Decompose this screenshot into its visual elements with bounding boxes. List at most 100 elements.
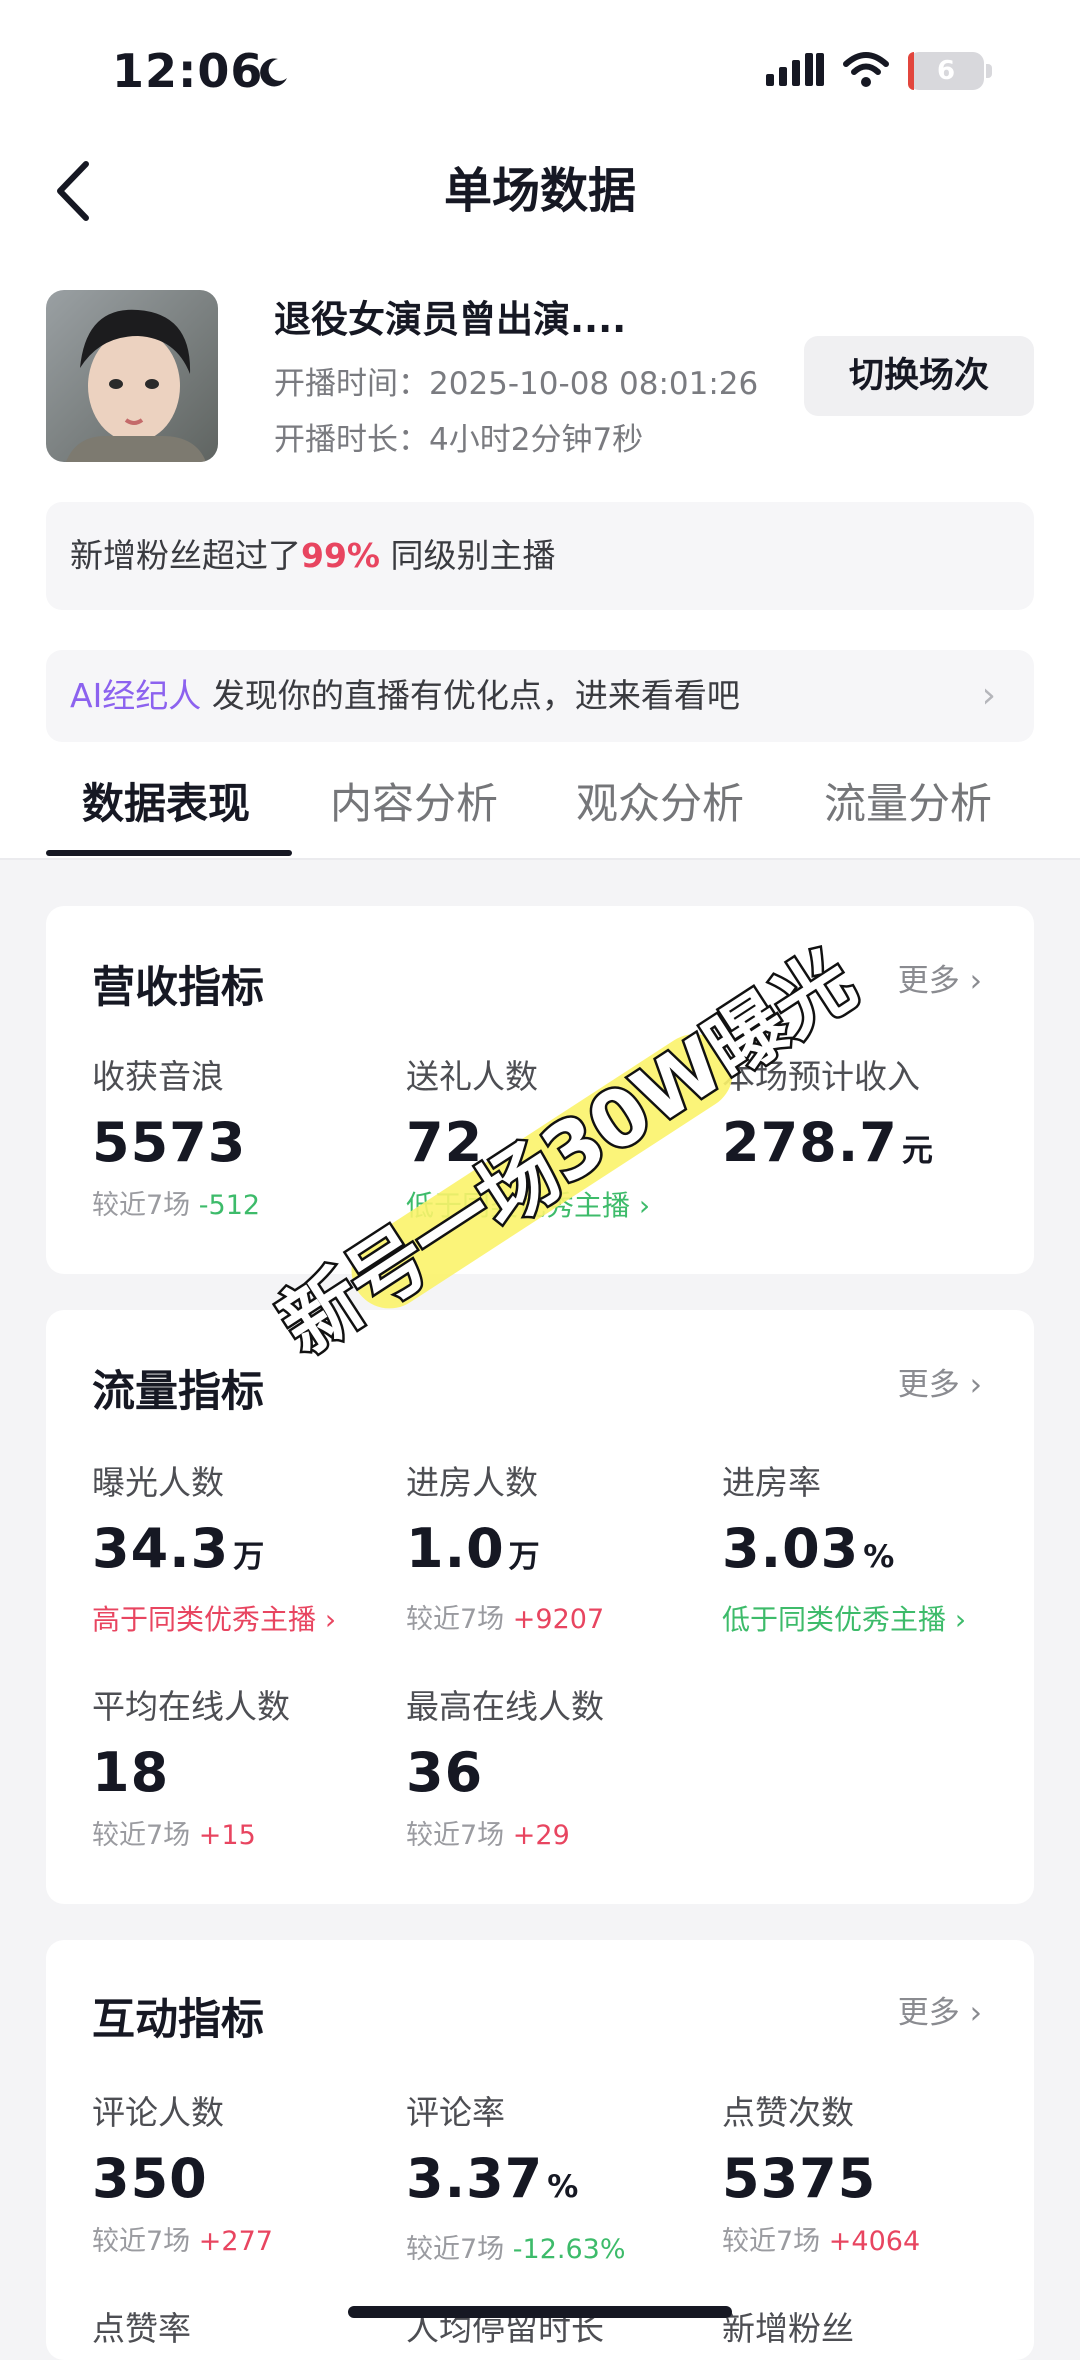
compare-delta: +9207 — [512, 1604, 605, 1635]
start-time-value: 2025-10-08 08:01:26 — [429, 366, 759, 402]
metric-value: 36 — [406, 1741, 484, 1804]
switch-session-button[interactable]: 切换场次 — [804, 336, 1034, 416]
duration-value: 4小时2分钟7秒 — [429, 422, 644, 458]
more-label: 更多 — [897, 963, 960, 999]
metric-like-rate: 点赞率 — [92, 2306, 392, 2352]
metric-hint-link[interactable]: 低于同类优秀主播 › — [406, 1186, 706, 1227]
metric-exposure: 曝光人数 34.3 万 高于同类优秀主播 › — [92, 1460, 392, 1641]
divider — [0, 858, 1080, 860]
metric-label: 进房率 — [722, 1463, 821, 1502]
compare-delta: +15 — [198, 1820, 256, 1851]
compare-prefix: 较近7场 — [406, 1820, 505, 1851]
compare-delta: +277 — [198, 2226, 273, 2257]
metric-compare: 较近7场 -512 — [92, 1186, 392, 1226]
compare-prefix: 较近7场 — [92, 1190, 191, 1221]
status-bar: 12:06 6 — [0, 0, 1080, 140]
hint-text: 高于同类优秀主播 — [92, 1603, 317, 1636]
compare-prefix: 较近7场 — [406, 2234, 505, 2265]
card-title: 流量指标 — [92, 1367, 264, 1417]
metric-value-row: 34.3 万 — [92, 1514, 392, 1592]
card-title: 互动指标 — [92, 1995, 264, 2045]
revenue-card: 营收指标 更多 › 收获音浪 5573 较近7场 -512 送礼人数 72 低于… — [46, 906, 1034, 1274]
wifi-icon — [843, 52, 889, 87]
metric-room-entries: 进房人数 1.0 万 较近7场 +9207 — [406, 1460, 706, 1640]
battery-tip — [986, 64, 992, 78]
duration-label: 开播时长： — [274, 422, 429, 458]
metric-compare: 较近7场 +15 — [92, 1816, 392, 1856]
metric-value: 278.7 — [722, 1111, 898, 1174]
hint-text: 低于同类优秀主播 — [722, 1603, 947, 1636]
battery-icon: 6 — [908, 52, 984, 90]
metric-hint-link[interactable]: 高于同类优秀主播 › — [92, 1600, 392, 1641]
metric-likes: 点赞次数 5375 较近7场 +4064 — [722, 2090, 1022, 2262]
metric-compare: 较近7场 +277 — [92, 2222, 392, 2262]
metric-label: 平均在线人数 — [92, 1687, 290, 1726]
card-title: 营收指标 — [92, 963, 264, 1013]
active-tab-indicator — [46, 850, 292, 856]
page-title: 单场数据 — [443, 163, 636, 219]
metric-label: 进房人数 — [406, 1463, 538, 1502]
metric-label: 点赞次数 — [722, 2093, 854, 2132]
metric-comment-rate: 评论率 3.37% 较近7场 -12.63% — [406, 2090, 706, 2270]
metric-avg-online: 平均在线人数 18 较近7场 +15 — [92, 1684, 392, 1856]
fans-banner: 新增粉丝超过了99% 同级别主播 — [46, 502, 1034, 610]
chevron-right-icon: › — [981, 675, 996, 716]
compare-prefix: 较近7场 — [406, 1604, 505, 1635]
metric-label: 本场预计收入 — [722, 1057, 920, 1096]
compare-delta: +4064 — [828, 2226, 921, 2257]
metric-compare: 较近7场 +4064 — [722, 2222, 1022, 2262]
tab-content-analysis[interactable]: 内容分析 — [330, 774, 498, 834]
metric-value-row: 3.03% — [722, 1514, 1022, 1592]
compare-prefix: 较近7场 — [92, 2226, 191, 2257]
interaction-card: 互动指标 更多 › 评论人数 350 较近7场 +277 评论率 3.37% 较… — [46, 1940, 1034, 2360]
metric-value-row: 278.7 元 — [722, 1108, 1022, 1186]
metric-value: 18 — [92, 1741, 170, 1804]
more-link[interactable]: 更多 › — [898, 1988, 982, 2038]
more-label: 更多 — [897, 1995, 960, 2031]
metric-value-row: 1.0 万 — [406, 1514, 706, 1592]
streamer-avatar — [46, 290, 218, 462]
status-time: 12:06 — [112, 44, 264, 98]
tab-audience-analysis[interactable]: 观众分析 — [576, 774, 744, 834]
metric-unit: 万 — [233, 1539, 266, 1575]
chevron-right-icon: › — [946, 1603, 967, 1636]
metric-entry-rate: 进房率 3.03% 低于同类优秀主播 › — [722, 1460, 1022, 1641]
tab-bar: 数据表现 内容分析 观众分析 流量分析 — [0, 760, 1080, 860]
more-link[interactable]: 更多 › — [898, 956, 982, 1006]
tab-data-performance[interactable]: 数据表现 — [82, 774, 250, 834]
metric-unit: 万 — [508, 1539, 541, 1575]
metric-label: 点赞率 — [92, 2309, 191, 2348]
metric-unit: 元 — [901, 1133, 934, 1169]
metric-compare: 较近7场 +29 — [406, 1816, 706, 1856]
duration-row: 开播时长：4小时2分钟7秒 — [274, 418, 643, 462]
live-title: 退役女演员曾出演.... — [274, 298, 627, 341]
ai-agent-label: AI经纪人 — [70, 676, 202, 715]
fans-banner-percent: 99% — [301, 536, 380, 575]
metric-label: 曝光人数 — [92, 1463, 224, 1502]
metric-value: 1.0 — [406, 1517, 505, 1580]
metric-value: 72 — [406, 1111, 484, 1174]
start-time-row: 开播时间：2025-10-08 08:01:26 — [274, 362, 758, 406]
compare-prefix: 较近7场 — [92, 1820, 191, 1851]
metric-compare: 较近7场 -12.63% — [406, 2230, 706, 2270]
metric-label: 评论人数 — [92, 2093, 224, 2132]
metric-peak-online: 最高在线人数 36 较近7场 +29 — [406, 1684, 706, 1856]
metric-label: 新增粉丝 — [722, 2309, 854, 2348]
compare-delta: -12.63% — [512, 2234, 626, 2265]
metric-estimated-income: 本场预计收入 278.7 元 — [722, 1054, 1022, 1186]
metric-value: 3.03 — [722, 1517, 860, 1580]
more-link[interactable]: 更多 › — [898, 1360, 982, 1410]
metric-hint-link[interactable]: 低于同类优秀主播 › — [722, 1600, 1022, 1641]
moon-icon — [260, 58, 287, 87]
tab-traffic-analysis[interactable]: 流量分析 — [824, 774, 992, 834]
home-indicator[interactable] — [348, 2306, 732, 2318]
signal-icon — [766, 53, 824, 86]
ai-agent-text: 发现你的直播有优化点，进来看看吧 — [211, 676, 740, 715]
hint-text: 低于同类优秀主播 — [406, 1189, 631, 1222]
ai-agent-banner[interactable]: AI经纪人 发现你的直播有优化点，进来看看吧 › — [46, 650, 1034, 742]
more-label: 更多 — [897, 1367, 960, 1403]
compare-prefix: 较近7场 — [722, 2226, 821, 2257]
metric-unit: % — [863, 1539, 896, 1575]
metric-revenue-sound-waves: 收获音浪 5573 较近7场 -512 — [92, 1054, 392, 1226]
metric-label: 收获音浪 — [92, 1057, 224, 1096]
